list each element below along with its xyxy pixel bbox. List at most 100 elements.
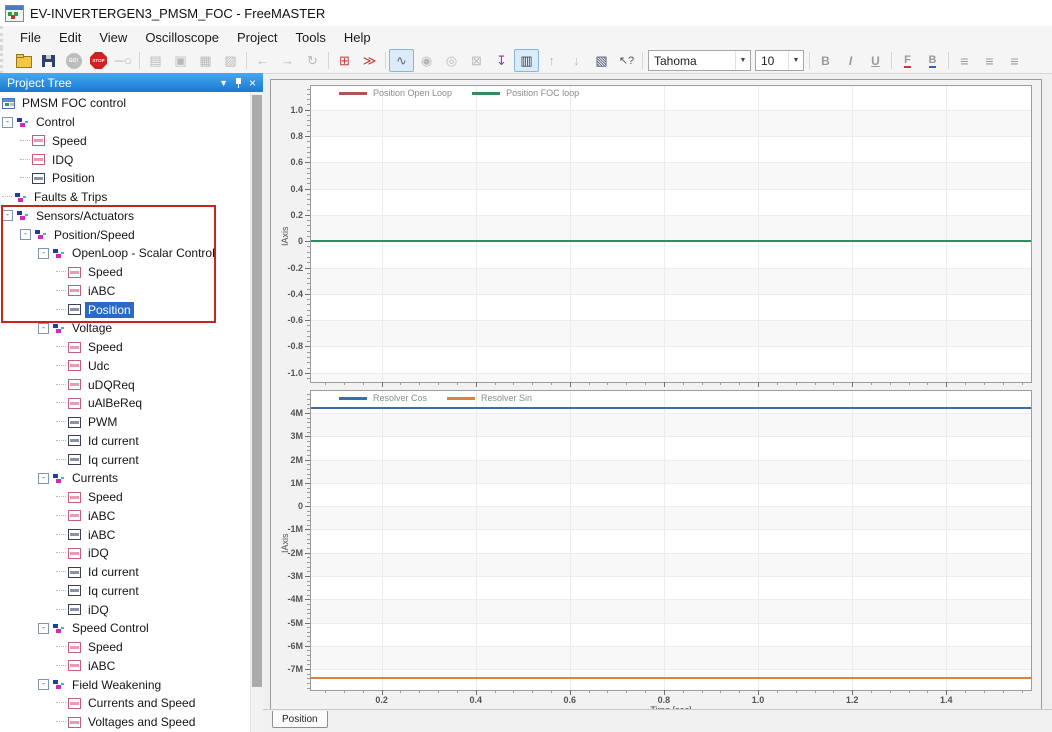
- tree-item-voltage[interactable]: -Voltage: [0, 319, 251, 338]
- tree-item-idq[interactable]: iDQ: [0, 544, 251, 563]
- tree-scrollbar-thumb[interactable]: [252, 95, 262, 687]
- tree-scrollbar[interactable]: [250, 92, 263, 732]
- underline-button[interactable]: U: [863, 49, 888, 72]
- tree-item-faults-trips[interactable]: Faults & Trips: [0, 188, 251, 207]
- menu-item-oscilloscope[interactable]: Oscilloscope: [136, 28, 228, 47]
- tab-position[interactable]: Position: [272, 711, 328, 728]
- tree-item-position[interactable]: Position: [0, 169, 251, 188]
- tree-expander-icon[interactable]: -: [38, 679, 49, 690]
- font-size-select[interactable]: 10 ▼: [755, 50, 804, 71]
- forward-button[interactable]: →: [275, 49, 300, 72]
- tree-item-speed[interactable]: Speed: [0, 488, 251, 507]
- tree-item-currents-and-speed[interactable]: Currents and Speed: [0, 694, 251, 713]
- text-color-button[interactable]: F: [895, 49, 920, 72]
- go-button[interactable]: GO!: [61, 49, 86, 72]
- pin-icon[interactable]: [235, 78, 242, 88]
- tree-expander-icon[interactable]: -: [38, 473, 49, 484]
- tree-item-id-current[interactable]: Id current: [0, 563, 251, 582]
- y-axis-minor-tick: [307, 352, 310, 353]
- y-axis-minor-tick: [307, 157, 310, 158]
- save-data-button[interactable]: ↧: [489, 49, 514, 72]
- x-axis-minor-tick: [419, 382, 420, 385]
- scope-icon: [32, 135, 45, 146]
- tree-item-iabc[interactable]: iABC: [0, 657, 251, 676]
- recorder-button[interactable]: ◉: [414, 49, 439, 72]
- stimulators-button[interactable]: ≫: [357, 49, 382, 72]
- menu-item-tools[interactable]: Tools: [286, 28, 334, 47]
- tree-item-id-current[interactable]: Id current: [0, 432, 251, 451]
- tree-item-speed[interactable]: Speed: [0, 338, 251, 357]
- tree-item-speed[interactable]: Speed: [0, 263, 251, 282]
- context-help-button[interactable]: ↖?: [614, 49, 639, 72]
- tree-item-ualbereq[interactable]: uAlBeReq: [0, 394, 251, 413]
- font-family-select[interactable]: Tahoma ▼: [648, 50, 751, 71]
- tree-item-position[interactable]: Position: [0, 300, 251, 319]
- tree-item-idq[interactable]: iDQ: [0, 600, 251, 619]
- tree-item-iabc[interactable]: iABC: [0, 282, 251, 301]
- position-loops-chart[interactable]: 1.00.80.60.40.20-0.2-0.4-0.6-0.8-1.0Posi…: [310, 85, 1032, 383]
- tree-item-control[interactable]: -Control: [0, 113, 251, 132]
- tree-item-speed[interactable]: Speed: [0, 638, 251, 657]
- tree-item-iq-current[interactable]: Iq current: [0, 582, 251, 601]
- menu-item-edit[interactable]: Edit: [50, 28, 90, 47]
- print-button[interactable]: ▨: [218, 49, 243, 72]
- tree-item-position-speed[interactable]: -Position/Speed: [0, 225, 251, 244]
- menu-item-project[interactable]: Project: [228, 28, 286, 47]
- tree-item-udqreq[interactable]: uDQReq: [0, 375, 251, 394]
- background-color-button[interactable]: B: [920, 49, 945, 72]
- properties-button[interactable]: ▧: [589, 49, 614, 72]
- tree-item-sensors-actuators[interactable]: -Sensors/Actuators: [0, 207, 251, 226]
- y-tick-label: -0.4: [271, 289, 303, 299]
- xy-scope-button[interactable]: ⊠: [464, 49, 489, 72]
- align-left-button[interactable]: ≡: [952, 49, 977, 72]
- align-center-button[interactable]: ≡: [977, 49, 1002, 72]
- paste-button[interactable]: ▦: [193, 49, 218, 72]
- tree-item-speed[interactable]: Speed: [0, 132, 251, 151]
- connection-key-button[interactable]: ─○: [111, 49, 136, 72]
- move-up-button[interactable]: ↑: [539, 49, 564, 72]
- x-axis-minor-tick: [1022, 690, 1023, 693]
- tree-item-voltages-and-speed[interactable]: Voltages and Speed: [0, 713, 251, 732]
- tree-item-iq-current[interactable]: Iq current: [0, 450, 251, 469]
- project-blocks-button[interactable]: ▤: [143, 49, 168, 72]
- variable-grid-button[interactable]: ▥: [514, 49, 539, 72]
- close-icon[interactable]: ×: [249, 76, 256, 90]
- menu-item-help[interactable]: Help: [335, 28, 380, 47]
- tree-expander-icon[interactable]: -: [20, 229, 31, 240]
- variable-watch-button[interactable]: ⊞: [332, 49, 357, 72]
- save-project-button[interactable]: [36, 49, 61, 72]
- menu-item-file[interactable]: File: [11, 28, 50, 47]
- back-button[interactable]: ←: [250, 49, 275, 72]
- italic-button[interactable]: I: [838, 49, 863, 72]
- open-project-button[interactable]: [11, 49, 36, 72]
- y-axis-major-tick: [305, 460, 310, 461]
- copy-button[interactable]: ▣: [168, 49, 193, 72]
- resolver-chart[interactable]: 0.20.40.60.81.01.21.44M3M2M1M0-1M-2M-3M-…: [310, 390, 1032, 691]
- tree-item-idq[interactable]: IDQ: [0, 150, 251, 169]
- tree-item-openloop-scalar-control[interactable]: -OpenLoop - Scalar Control: [0, 244, 251, 263]
- move-down-button[interactable]: ↓: [564, 49, 589, 72]
- panel-menu-icon[interactable]: ▼: [219, 78, 228, 88]
- oscilloscope-button[interactable]: ∿: [389, 49, 414, 72]
- tree-expander-icon[interactable]: -: [2, 117, 13, 128]
- tree-item-udc[interactable]: Udc: [0, 357, 251, 376]
- tree-expander-icon[interactable]: -: [38, 323, 49, 334]
- tree-item-pwm[interactable]: PWM: [0, 413, 251, 432]
- stop-button[interactable]: STOP: [86, 49, 111, 72]
- tree-item-pmsm-foc-control[interactable]: PMSM FOC control: [0, 94, 251, 113]
- tree-item-field-weakening[interactable]: -Field Weakening: [0, 675, 251, 694]
- scope-run-button[interactable]: ◎: [439, 49, 464, 72]
- reload-page-button[interactable]: ↻: [300, 49, 325, 72]
- tree-item-iabc[interactable]: iABC: [0, 525, 251, 544]
- bold-button[interactable]: B: [813, 49, 838, 72]
- align-right-button[interactable]: ≡: [1002, 49, 1027, 72]
- tree-expander-icon[interactable]: -: [2, 210, 13, 221]
- tree-expander-icon[interactable]: -: [38, 623, 49, 634]
- x-axis-minor-tick: [1022, 382, 1023, 385]
- tree-item-speed-control[interactable]: -Speed Control: [0, 619, 251, 638]
- toolbar: GO! STOP ─○ ▤ ▣ ▦ ▨ ← → ↻ ⊞ ≫ ∿ ◉ ◎ ⊠ ↧ …: [0, 48, 1052, 74]
- menu-item-view[interactable]: View: [90, 28, 136, 47]
- tree-item-iabc[interactable]: iABC: [0, 507, 251, 526]
- tree-item-currents[interactable]: -Currents: [0, 469, 251, 488]
- tree-expander-icon[interactable]: -: [38, 248, 49, 259]
